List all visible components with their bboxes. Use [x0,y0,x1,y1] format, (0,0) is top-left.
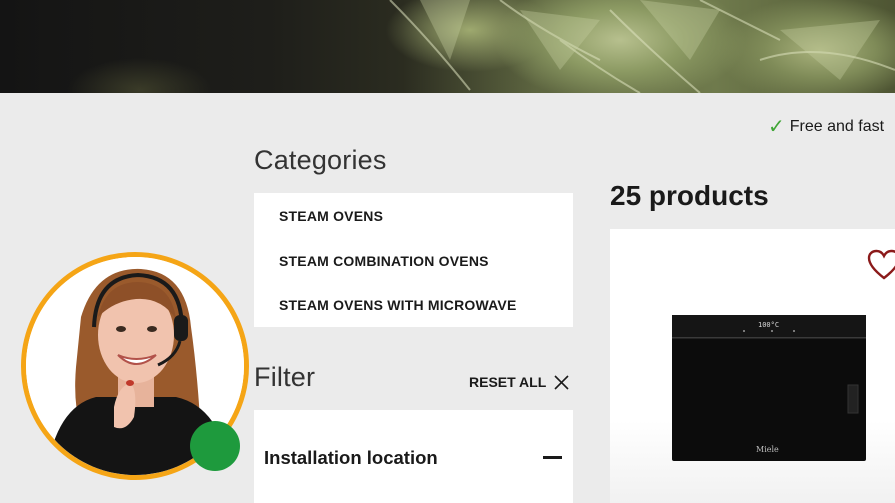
artichoke-image [389,0,895,93]
check-icon: ✓ [768,116,785,138]
categories-list: STEAM OVENS STEAM COMBINATION OVENS STEA… [254,193,573,327]
collapse-icon[interactable] [543,456,562,459]
online-status-indicator [190,421,240,471]
filter-group-title[interactable]: Installation location [264,447,438,469]
svg-text:100°C: 100°C [758,321,779,329]
close-icon [554,374,569,390]
category-steam-ovens-with-microwave[interactable]: STEAM OVENS WITH MICROWAVE [279,297,517,313]
categories-heading: Categories [254,145,387,175]
product-count: 25 products [610,180,769,211]
heart-icon[interactable] [867,249,895,281]
svg-text:Miele: Miele [756,445,779,454]
promo-text: Free and fast [789,118,885,135]
filter-group-installation-location: Installation location [254,410,573,503]
hero-banner [0,0,895,93]
shipping-promo: ✓ Free and fast [768,117,884,137]
reset-all-button[interactable]: RESET ALL [469,374,569,390]
category-steam-combination-ovens[interactable]: STEAM COMBINATION OVENS [279,253,489,269]
steam-oven-image: 100°C Miele [672,315,866,461]
category-steam-ovens[interactable]: STEAM OVENS [279,208,383,224]
product-card[interactable]: 100°C Miele [610,229,895,503]
reset-all-label: RESET ALL [469,374,547,390]
filter-heading: Filter [254,362,316,392]
